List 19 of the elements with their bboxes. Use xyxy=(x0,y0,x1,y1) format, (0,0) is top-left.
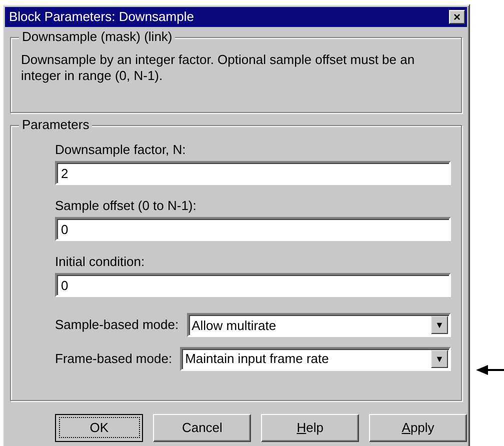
field-label: Sample offset (0 to N-1): xyxy=(55,198,198,214)
arrow-icon xyxy=(476,364,504,376)
field-label: Sample-based mode: xyxy=(55,317,179,334)
field-label: Initial condition: xyxy=(55,254,146,270)
input-field[interactable]: 2 xyxy=(55,161,451,185)
group-legend: Downsample (mask) (link) xyxy=(19,29,176,45)
close-button[interactable]: × xyxy=(449,10,465,24)
dialog-button[interactable]: Apply xyxy=(369,414,467,442)
dropdown[interactable]: Maintain input frame rate ▼ xyxy=(180,347,451,371)
input-field[interactable]: 0 xyxy=(55,217,451,241)
dialog-button[interactable]: Cancel xyxy=(153,414,252,442)
dialog-button[interactable]: OK xyxy=(55,414,144,442)
input-field[interactable]: 0 xyxy=(55,273,451,297)
field-label: Frame-based mode: xyxy=(55,351,172,367)
description-text: Downsample by an integer factor. Optional sample offset must be an integer in range (0, N-1). xyxy=(21,52,416,84)
window-title: Block Parameters: Downsample xyxy=(9,8,194,26)
dropdown[interactable]: Allow multirate ▼ xyxy=(186,313,451,338)
field-label: Downsample factor, N: xyxy=(55,142,187,158)
dialog-button[interactable]: Help xyxy=(261,414,360,442)
